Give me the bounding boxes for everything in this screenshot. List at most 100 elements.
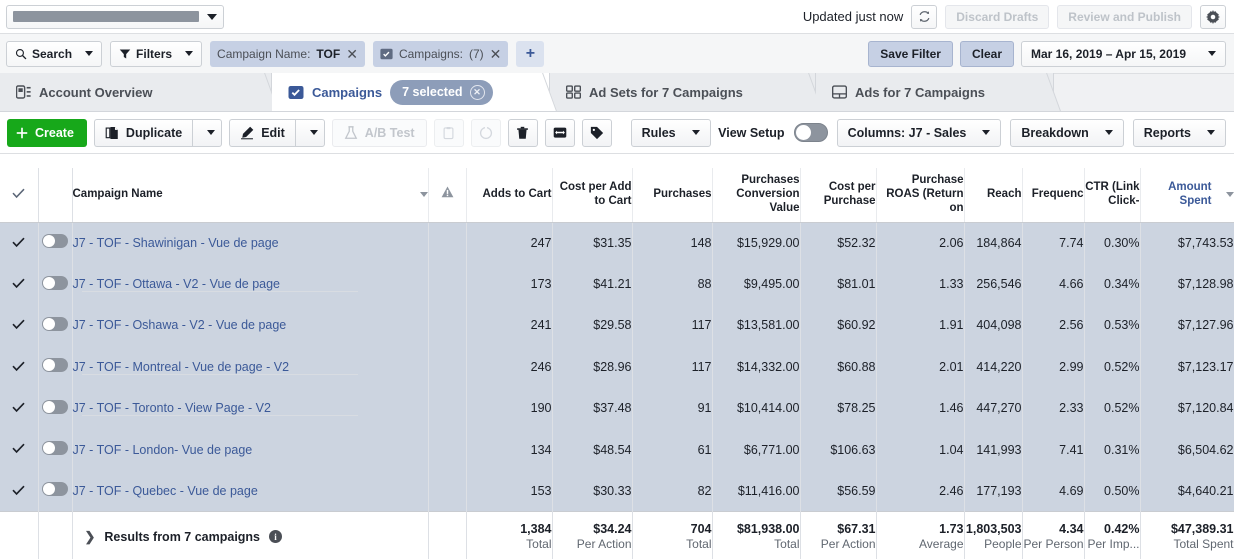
clear-filter-button[interactable]: Clear	[960, 41, 1014, 67]
duplicate-dropdown-button[interactable]	[192, 119, 222, 147]
row-toggle-cell[interactable]	[38, 388, 72, 429]
row-toggle-cell[interactable]	[38, 346, 72, 387]
row-toggle-cell[interactable]	[38, 470, 72, 511]
campaign-status-toggle[interactable]	[42, 482, 68, 496]
row-name-cell[interactable]: J7 - TOF - Oshawa - V2 - Vue de page	[72, 305, 428, 346]
row-select-cell[interactable]	[0, 429, 38, 470]
campaign-name-link[interactable]: J7 - TOF - Quebec - Vue de page	[73, 484, 258, 498]
ab-test-button[interactable]: A/B Test	[332, 119, 427, 147]
rules-button[interactable]: Rules	[631, 119, 711, 147]
row-checkbox[interactable]	[12, 276, 26, 290]
row-name-cell[interactable]: J7 - TOF - Ottawa - V2 - Vue de page	[72, 263, 428, 304]
row-name-cell[interactable]: J7 - TOF - Quebec - Vue de page	[72, 470, 428, 511]
row-toggle-cell[interactable]	[38, 263, 72, 304]
campaign-status-toggle[interactable]	[42, 441, 68, 455]
create-button[interactable]: Create	[7, 119, 87, 147]
tab-ad-sets[interactable]: Ad Sets for 7 Campaigns	[550, 73, 816, 111]
account-selector[interactable]	[6, 5, 224, 29]
row-select-cell[interactable]	[0, 222, 38, 263]
row-checkbox[interactable]	[12, 318, 26, 332]
table-row[interactable]: J7 - TOF - London- Vue de page 134 $48.5…	[0, 429, 1234, 470]
row-name-cell[interactable]: J7 - TOF - London- Vue de page	[72, 429, 428, 470]
table-row[interactable]: J7 - TOF - Toronto - View Page - V2 190 …	[0, 388, 1234, 429]
campaign-name-link[interactable]: J7 - TOF - London- Vue de page	[73, 443, 253, 457]
row-name-cell[interactable]: J7 - TOF - Montreal - Vue de page - V2	[72, 346, 428, 387]
table-row[interactable]: J7 - TOF - Shawinigan - Vue de page 247 …	[0, 222, 1234, 263]
edit-dropdown-button[interactable]	[295, 119, 325, 147]
reports-button[interactable]: Reports	[1133, 119, 1226, 147]
close-icon[interactable]: ✕	[346, 47, 358, 61]
campaign-name-link[interactable]: J7 - TOF - Ottawa - V2 - Vue de page	[73, 277, 281, 291]
campaign-status-toggle[interactable]	[42, 234, 68, 248]
row-toggle-cell[interactable]	[38, 222, 72, 263]
row-checkbox[interactable]	[12, 442, 26, 456]
paste-button[interactable]	[434, 119, 464, 147]
view-setup-toggle[interactable]	[794, 123, 828, 142]
column-header-reach[interactable]: Reach	[964, 168, 1022, 222]
column-header-adds-to-cart[interactable]: Adds to Cart	[466, 168, 552, 222]
filter-chip-campaigns[interactable]: Campaigns: (7) ✕	[373, 41, 508, 67]
column-header-purchases[interactable]: Purchases	[632, 168, 712, 222]
delete-button[interactable]	[508, 119, 538, 147]
row-toggle-cell[interactable]	[38, 429, 72, 470]
select-all-checkbox[interactable]	[12, 186, 26, 200]
row-checkbox[interactable]	[12, 359, 26, 373]
clear-selection-icon[interactable]: ✕	[470, 85, 485, 100]
column-header-ctr[interactable]: CTR (Link Click-	[1084, 168, 1140, 222]
campaign-name-link[interactable]: J7 - TOF - Toronto - View Page - V2	[73, 401, 271, 415]
export-button[interactable]	[545, 119, 575, 147]
add-filter-button[interactable]: +	[516, 41, 544, 67]
row-checkbox[interactable]	[12, 235, 26, 249]
row-select-cell[interactable]	[0, 470, 38, 511]
campaign-status-toggle[interactable]	[42, 317, 68, 331]
row-checkbox[interactable]	[12, 483, 26, 497]
tab-account-overview[interactable]: Account Overview	[0, 73, 272, 111]
row-select-cell[interactable]	[0, 388, 38, 429]
chevron-right-icon[interactable]: ❯	[85, 529, 96, 545]
tab-campaigns[interactable]: Campaigns 7 selected ✕	[272, 73, 550, 111]
column-header-campaign-name[interactable]: Campaign Name	[72, 168, 428, 222]
tag-button[interactable]	[582, 119, 612, 147]
refresh-button[interactable]	[911, 5, 937, 29]
edit-button[interactable]: Edit	[229, 119, 295, 147]
table-row[interactable]: J7 - TOF - Montreal - Vue de page - V2 2…	[0, 346, 1234, 387]
row-select-cell[interactable]	[0, 346, 38, 387]
table-row[interactable]: J7 - TOF - Oshawa - V2 - Vue de page 241…	[0, 305, 1234, 346]
campaign-status-toggle[interactable]	[42, 358, 68, 372]
search-button[interactable]: Search	[6, 41, 102, 67]
review-publish-button[interactable]: Review and Publish	[1057, 5, 1192, 29]
column-header-purchase-roas[interactable]: Purchase ROAS (Return on	[876, 168, 964, 222]
table-row[interactable]: J7 - TOF - Quebec - Vue de page 153 $30.…	[0, 470, 1234, 511]
selected-count-badge[interactable]: 7 selected ✕	[390, 80, 492, 105]
column-header-cost-per-purchase[interactable]: Cost per Purchase	[800, 168, 876, 222]
revert-button[interactable]	[471, 119, 501, 147]
tab-ads[interactable]: Ads for 7 Campaigns	[816, 73, 1054, 111]
row-select-cell[interactable]	[0, 263, 38, 304]
breakdown-button[interactable]: Breakdown	[1010, 119, 1123, 147]
duplicate-button[interactable]: Duplicate	[94, 119, 192, 147]
close-icon[interactable]: ✕	[490, 47, 502, 61]
campaign-status-toggle[interactable]	[42, 400, 68, 414]
row-name-cell[interactable]: J7 - TOF - Shawinigan - Vue de page	[72, 222, 428, 263]
campaigns-table-wrap[interactable]: Campaign Name Adds to Cart Cost per Add …	[0, 168, 1234, 559]
settings-button[interactable]	[1200, 5, 1226, 29]
column-header-cost-per-add-to-cart[interactable]: Cost per Add to Cart	[552, 168, 632, 222]
totals-label-cell[interactable]: ❯ Results from 7 campaigns i	[72, 512, 428, 559]
campaign-name-link[interactable]: J7 - TOF - Oshawa - V2 - Vue de page	[73, 318, 287, 332]
row-select-cell[interactable]	[0, 305, 38, 346]
campaign-name-link[interactable]: J7 - TOF - Shawinigan - Vue de page	[73, 236, 279, 250]
table-row[interactable]: J7 - TOF - Ottawa - V2 - Vue de page 173…	[0, 263, 1234, 304]
select-all-header[interactable]	[0, 168, 38, 222]
campaign-status-toggle[interactable]	[42, 276, 68, 290]
row-checkbox[interactable]	[12, 401, 26, 415]
save-filter-button[interactable]: Save Filter	[868, 41, 953, 67]
row-name-cell[interactable]: J7 - TOF - Toronto - View Page - V2	[72, 388, 428, 429]
column-header-frequency[interactable]: Frequenc	[1022, 168, 1084, 222]
info-icon[interactable]: i	[269, 530, 282, 543]
filter-chip-campaign-name[interactable]: Campaign Name: TOF ✕	[210, 41, 365, 67]
campaign-name-link[interactable]: J7 - TOF - Montreal - Vue de page - V2	[73, 360, 290, 374]
date-range-picker[interactable]: Mar 16, 2019 – Apr 15, 2019	[1021, 41, 1226, 67]
column-header-purchases-conversion-value[interactable]: Purchases Conversion Value	[712, 168, 800, 222]
filters-button[interactable]: Filters	[110, 41, 202, 67]
discard-drafts-button[interactable]: Discard Drafts	[945, 5, 1049, 29]
